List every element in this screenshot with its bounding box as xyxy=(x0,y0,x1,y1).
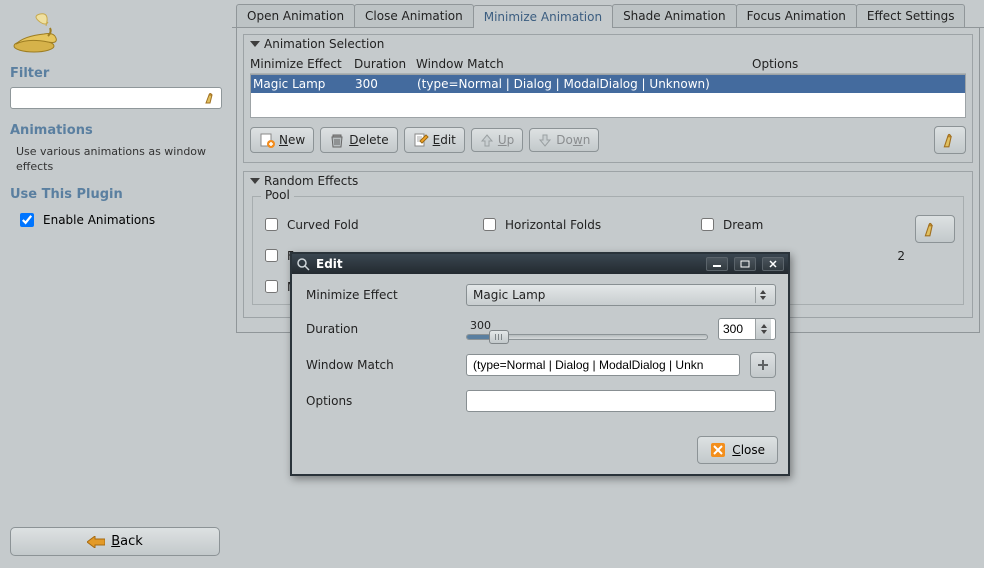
anim-toolbar: New Delete Edit Up Down xyxy=(250,126,966,154)
edit-button[interactable]: Edit xyxy=(404,127,465,153)
up-button[interactable]: Up xyxy=(471,128,523,152)
maximize-window-button[interactable] xyxy=(734,257,756,271)
options-input[interactable] xyxy=(466,390,776,412)
add-match-button[interactable] xyxy=(750,352,776,378)
clear-pool-button[interactable] xyxy=(915,215,955,243)
row-options xyxy=(753,77,965,91)
enable-animations-checkbox[interactable] xyxy=(20,213,34,227)
clear-anim-button[interactable] xyxy=(934,126,966,154)
random-effects-label[interactable]: Random Effects xyxy=(250,174,360,188)
duration-slider[interactable]: 300 xyxy=(466,319,708,340)
minimize-window-button[interactable] xyxy=(706,257,728,271)
tab-shade-animation[interactable]: Shade Animation xyxy=(612,4,737,27)
close-window-button[interactable] xyxy=(762,257,784,271)
anim-table-header: Minimize Effect Duration Window Match Op… xyxy=(250,55,966,74)
tab-close-animation[interactable]: Close Animation xyxy=(354,4,474,27)
edit-dialog: Edit Minimize Effect Magic Lamp Duration… xyxy=(290,252,790,476)
row-effect: Magic Lamp xyxy=(251,77,355,91)
dialog-title: Edit xyxy=(316,257,700,271)
spin-buttons[interactable] xyxy=(755,319,771,339)
dialog-body: Minimize Effect Magic Lamp Duration 300 … xyxy=(292,274,788,432)
options-label: Options xyxy=(306,394,456,408)
tab-effect-settings[interactable]: Effect Settings xyxy=(856,4,966,27)
row-match: (type=Normal | Dialog | ModalDialog | Un… xyxy=(417,77,753,91)
lamp-icon xyxy=(10,8,74,56)
effect-value: Magic Lamp xyxy=(473,288,545,302)
duration-input[interactable] xyxy=(719,321,755,337)
duration-spin[interactable] xyxy=(718,318,776,340)
pool-item-horizontal-folds[interactable]: Horizontal Folds xyxy=(479,215,697,234)
animations-heading: Animations xyxy=(10,123,222,138)
disclosure-icon xyxy=(250,41,260,47)
animations-desc: Use various animations as window effects xyxy=(16,144,216,175)
close-icon xyxy=(710,442,726,458)
duration-label: Duration xyxy=(306,322,456,336)
down-arrow-icon xyxy=(538,133,552,147)
back-arrow-icon xyxy=(87,536,105,548)
use-plugin-heading: Use This Plugin xyxy=(10,187,222,202)
broom-icon xyxy=(941,131,959,149)
trash-icon xyxy=(329,132,345,148)
match-input[interactable] xyxy=(466,354,740,376)
filter-input[interactable] xyxy=(13,90,203,106)
tab-minimize-animation[interactable]: Minimize Animation xyxy=(473,5,613,28)
search-icon xyxy=(296,257,310,271)
dialog-close-button[interactable]: Close xyxy=(697,436,778,464)
filter-input-wrap xyxy=(10,87,222,109)
edit-icon xyxy=(413,132,429,148)
delete-button[interactable]: Delete xyxy=(320,127,397,153)
animation-selection-label[interactable]: Animation Selection xyxy=(250,37,386,51)
enable-animations-row: Enable Animations xyxy=(16,210,222,230)
col-duration[interactable]: Duration xyxy=(354,57,416,71)
col-minimize-effect[interactable]: Minimize Effect xyxy=(250,57,354,71)
combo-knob-icon xyxy=(755,287,769,303)
pool-label: Pool xyxy=(261,188,294,202)
col-window-match[interactable]: Window Match xyxy=(416,57,752,71)
match-label: Window Match xyxy=(306,358,456,372)
clear-filter-icon[interactable] xyxy=(203,90,219,106)
sidebar: Filter Animations Use various animations… xyxy=(0,0,232,568)
back-button[interactable]: Back xyxy=(10,527,220,556)
tab-bar: Open Animation Close Animation Minimize … xyxy=(232,4,984,28)
slider-thumb[interactable] xyxy=(489,330,509,344)
disclosure-icon xyxy=(250,178,260,184)
col-options[interactable]: Options xyxy=(752,57,966,71)
effect-combo[interactable]: Magic Lamp xyxy=(466,284,776,306)
plugin-logo xyxy=(10,8,222,56)
anim-table-body: Magic Lamp 300 (type=Normal | Dialog | M… xyxy=(250,74,966,118)
pool-item-curved-fold[interactable]: Curved Fold xyxy=(261,215,479,234)
down-button[interactable]: Down xyxy=(529,128,599,152)
pool-item-dream[interactable]: Dream xyxy=(697,215,915,234)
plus-icon xyxy=(756,358,770,372)
dialog-titlebar[interactable]: Edit xyxy=(292,254,788,274)
tab-focus-animation[interactable]: Focus Animation xyxy=(736,4,857,27)
row-duration: 300 xyxy=(355,77,417,91)
new-icon xyxy=(259,132,275,148)
tab-open-animation[interactable]: Open Animation xyxy=(236,4,355,27)
up-arrow-icon xyxy=(480,133,494,147)
enable-animations-label: Enable Animations xyxy=(43,213,155,227)
effect-label: Minimize Effect xyxy=(306,288,456,302)
filter-heading: Filter xyxy=(10,66,222,81)
animation-selection-group: Animation Selection Minimize Effect Dura… xyxy=(243,34,973,163)
table-row[interactable]: Magic Lamp 300 (type=Normal | Dialog | M… xyxy=(251,75,965,93)
broom-icon xyxy=(922,220,940,238)
new-button[interactable]: New xyxy=(250,127,314,153)
